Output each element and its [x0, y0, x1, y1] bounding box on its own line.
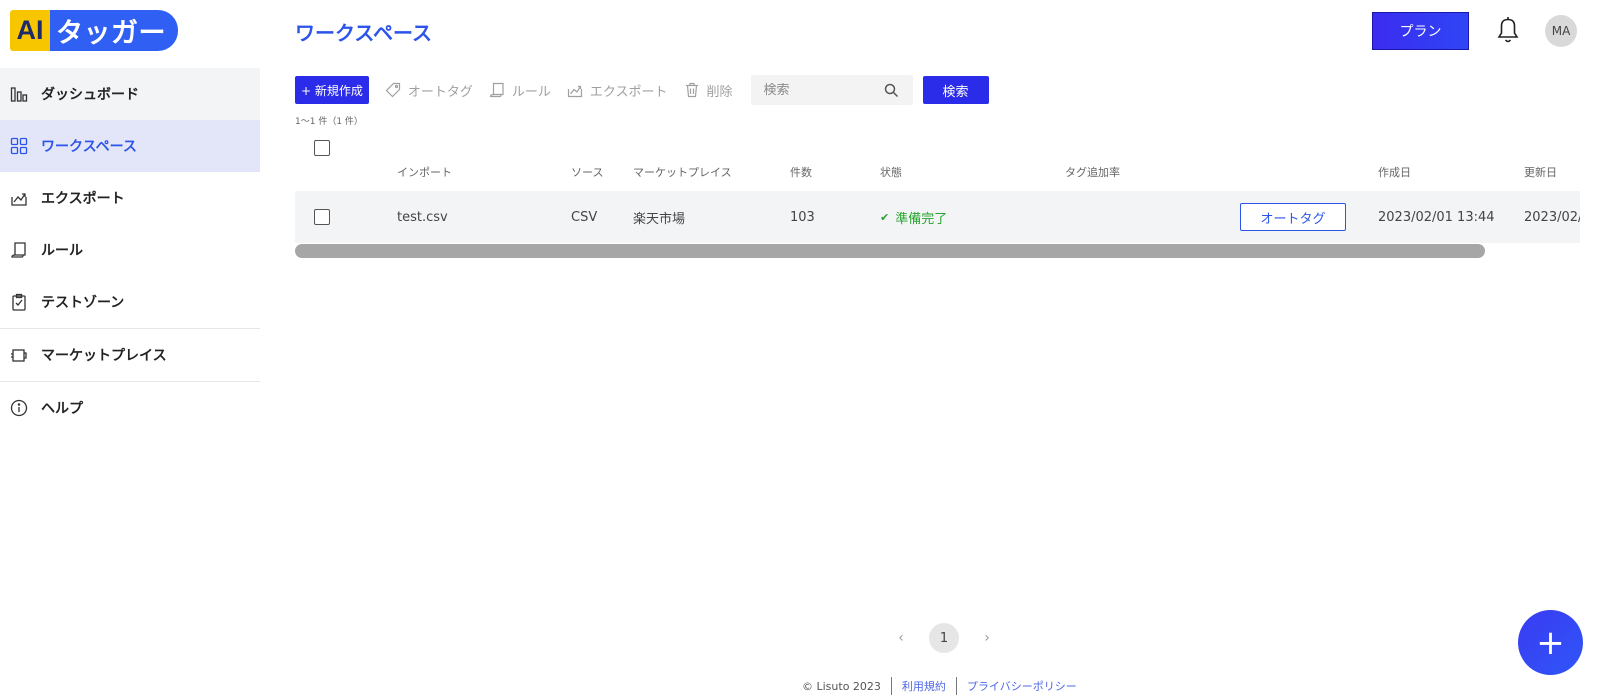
- sidebar-item-label: ヘルプ: [41, 401, 83, 417]
- cell-source: CSV: [571, 209, 598, 225]
- chevron-right-icon[interactable]: ›: [979, 630, 995, 646]
- workspace-table: インポート ソース マーケットプレイス 件数 状態 タグ追加率 作成日 更新日 …: [295, 134, 1580, 260]
- horizontal-scrollbar[interactable]: [295, 244, 1485, 258]
- column-header-status: 状態: [880, 166, 902, 179]
- page-number[interactable]: 1: [929, 623, 959, 653]
- row-checkbox[interactable]: [314, 209, 330, 225]
- autotag-tool-label: オートタグ: [407, 84, 473, 100]
- scroll-icon: [10, 241, 28, 259]
- cell-import: test.csv: [397, 209, 448, 225]
- export-icon: [10, 189, 28, 207]
- copyright: © Lisuto 2023: [802, 679, 881, 693]
- column-header-source: ソース: [571, 166, 604, 179]
- avatar[interactable]: MA: [1545, 15, 1577, 47]
- search-input[interactable]: [763, 82, 884, 98]
- status-badge: 準備完了: [895, 211, 948, 227]
- trash-icon: [685, 82, 698, 98]
- page-title: ワークスペース: [295, 21, 432, 45]
- sidebar-item-marketplace[interactable]: マーケットプレイス: [0, 329, 260, 381]
- column-header-marketplace: マーケットプレイス: [633, 166, 732, 179]
- rule-tool-button[interactable]: ルール: [489, 81, 551, 100]
- grid-icon: [10, 137, 28, 155]
- rule-tool-label: ルール: [511, 84, 551, 100]
- search-icon[interactable]: [884, 83, 899, 98]
- sidebar-nav: ダッシュボード ワークスペース エクスポート ルール テストゾーン マーケットプ…: [0, 68, 260, 434]
- logo-name: タッガー: [50, 10, 178, 51]
- sidebar: AI タッガー ダッシュボード ワークスペース エクスポート ルール テストゾー…: [0, 0, 260, 696]
- scroll-icon: [489, 82, 504, 98]
- sidebar-item-label: マーケットプレイス: [41, 348, 167, 364]
- autotag-tool-button[interactable]: オートタグ: [385, 81, 473, 100]
- sidebar-item-label: エクスポート: [41, 191, 125, 207]
- plan-button[interactable]: プラン: [1372, 12, 1469, 50]
- sidebar-item-workspace[interactable]: ワークスペース: [0, 120, 260, 172]
- cell-created: 2023/02/01 13:44: [1378, 209, 1495, 225]
- clipboard-check-icon: [10, 293, 28, 311]
- plugin-icon: [10, 346, 28, 364]
- column-header-import: インポート: [397, 166, 452, 179]
- export-tool-button[interactable]: エクスポート: [567, 81, 668, 100]
- chart-icon: [10, 85, 28, 103]
- select-all-checkbox[interactable]: [314, 140, 330, 156]
- cell-count: 103: [790, 209, 815, 225]
- info-icon: [10, 399, 28, 417]
- search-button[interactable]: 検索: [922, 76, 989, 104]
- column-header-count: 件数: [790, 166, 812, 179]
- cell-updated: 2023/02/: [1524, 209, 1580, 225]
- toolbar: + 新規作成 オートタグ ルール エクスポート 削除 検索: [295, 75, 989, 105]
- sidebar-item-help[interactable]: ヘルプ: [0, 382, 260, 434]
- tag-icon: [385, 82, 400, 98]
- sidebar-item-rules[interactable]: ルール: [0, 224, 260, 276]
- export-tool-label: エクスポート: [589, 84, 668, 100]
- sidebar-item-export[interactable]: エクスポート: [0, 172, 260, 224]
- footer-separator: [890, 677, 892, 695]
- chevron-left-icon[interactable]: ‹: [893, 630, 909, 646]
- sidebar-item-label: ワークスペース: [41, 139, 137, 155]
- privacy-link[interactable]: プライバシーポリシー: [967, 678, 1077, 694]
- app-logo[interactable]: AI タッガー: [10, 10, 178, 51]
- add-fab-button[interactable]: +: [1518, 610, 1583, 675]
- column-header-updated: 更新日: [1524, 166, 1557, 179]
- pagination: ‹ 1 ›: [893, 623, 995, 653]
- delete-tool-button[interactable]: 削除: [684, 81, 733, 100]
- sidebar-item-testzone[interactable]: テストゾーン: [0, 276, 260, 328]
- table-row[interactable]: test.csv CSV 楽天市場 103 ✔ 準備完了 オートタグ 2023/…: [295, 191, 1580, 243]
- column-header-tag-rate: タグ追加率: [1065, 166, 1120, 179]
- bell-icon[interactable]: [1494, 15, 1522, 45]
- logo-ai: AI: [10, 10, 50, 51]
- export-icon: [567, 85, 583, 98]
- column-header-created: 作成日: [1378, 166, 1411, 179]
- sidebar-item-label: ルール: [41, 243, 83, 259]
- row-autotag-button[interactable]: オートタグ: [1240, 203, 1346, 231]
- terms-link[interactable]: 利用規約: [902, 678, 946, 694]
- delete-tool-label: 削除: [706, 84, 733, 100]
- sidebar-item-label: ダッシュボード: [41, 87, 139, 103]
- cell-marketplace: 楽天市場: [633, 211, 686, 227]
- sidebar-item-label: テストゾーン: [41, 295, 125, 311]
- check-icon: ✔: [880, 210, 890, 224]
- result-count: 1～1 件（1 件）: [295, 117, 363, 127]
- cell-status: ✔ 準備完了: [880, 191, 947, 243]
- footer: © Lisuto 2023 利用規約 プライバシーポリシー: [802, 677, 1077, 695]
- search-box: [750, 75, 913, 105]
- footer-separator: [955, 677, 957, 695]
- new-button[interactable]: + 新規作成: [295, 76, 369, 104]
- sidebar-item-dashboard[interactable]: ダッシュボード: [0, 68, 260, 120]
